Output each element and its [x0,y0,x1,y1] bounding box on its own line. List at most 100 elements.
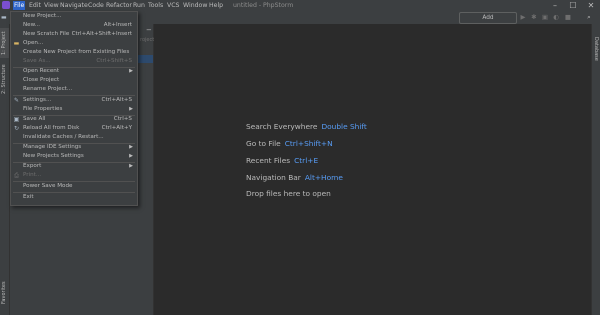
menu-item-close-project[interactable]: Close Project [11,76,137,85]
menu-code[interactable]: Code [87,1,105,10]
menu-item-shortcut: Ctrl+Alt+S [101,97,132,103]
profile-icon[interactable]: ◐ [552,13,560,22]
tip-shortcut: Ctrl+Shift+N [284,139,333,148]
tip-label: Drop files here to open [246,189,331,198]
folder-icon: ▬ [1,14,7,21]
menu-item-open-recent[interactable]: Open Recent ▶ [11,67,137,76]
menu-item-reload-all[interactable]: ↻ Reload All from Disk Ctrl+Alt+Y [11,124,137,133]
menu-item-label: Save As... [23,58,51,64]
menu-item-shortcut: Ctrl+S [113,116,132,122]
debug-icon[interactable]: ✱ [530,13,538,22]
menu-item-label: Create New Project from Existing Files [23,49,130,55]
close-button[interactable]: ✕ [582,0,600,11]
coverage-icon[interactable]: ▣ [541,13,549,22]
menu-item-invalidate-caches[interactable]: Invalidate Caches / Restart... [11,133,137,142]
stop-icon[interactable]: ■ [564,13,572,22]
menu-item-label: Manage IDE Settings [23,144,82,150]
submenu-arrow-icon: ▶ [129,106,133,112]
menu-item-create-from-existing[interactable]: Create New Project from Existing Files [11,48,137,57]
menu-refactor[interactable]: Refactor [105,1,133,10]
menu-help[interactable]: Help [208,1,224,10]
tip-label: Go to File [246,139,281,148]
menu-item-label: New Scratch File [23,31,70,37]
menu-item-new-project[interactable]: New Project... [11,12,137,21]
tip-drop-files: Drop files here to open [246,189,331,198]
structure-tool-tab[interactable]: 2: Structure [0,62,9,96]
tip-label: Search Everywhere [246,122,318,131]
menu-item-new-scratch-file[interactable]: New Scratch File Ctrl+Alt+Shift+Insert [11,30,137,39]
menu-item-shortcut: Alt+Insert [103,22,132,28]
menu-item-label: Open Recent [23,68,60,74]
submenu-arrow-icon: ▶ [129,68,133,74]
tip-label: Navigation Bar [246,173,301,182]
tip-search-everywhere: Search Everywhere Double Shift [246,122,367,131]
menu-item-label: Rename Project... [23,86,73,92]
menu-item-shortcut: Ctrl+Shift+S [96,58,132,64]
reload-icon: ↻ [13,125,20,132]
project-tool-tab[interactable]: 1: Project [0,28,9,58]
menu-item-label: New... [23,22,41,28]
menu-navigate[interactable]: Navigate [59,1,89,10]
menu-item-label: New Project... [23,13,62,19]
menu-edit[interactable]: Edit [28,1,42,10]
menu-item-rename-project[interactable]: Rename Project... [11,85,137,94]
menu-item-file-properties[interactable]: File Properties ▶ [11,105,137,114]
menu-item-label: Reload All from Disk [23,125,80,131]
wrench-icon: ✎ [13,97,20,104]
tip-recent-files: Recent Files Ctrl+E [246,156,318,165]
database-tool-tab[interactable]: Database [591,36,600,62]
menu-item-export[interactable]: Export ▶ [11,162,137,171]
file-menu-dropdown: New Project... New... Alt+Insert New Scr… [10,11,138,206]
search-icon[interactable]: ⌕ [585,13,593,22]
submenu-arrow-icon: ▶ [129,163,133,169]
maximize-button[interactable]: ☐ [564,0,582,11]
submenu-arrow-icon: ▶ [129,153,133,159]
menu-tools[interactable]: Tools [147,1,164,10]
menu-item-label: Invalidate Caches / Restart... [23,134,104,140]
menu-item-settings[interactable]: ✎ Settings... Ctrl+Alt+S [11,96,137,105]
minimize-button[interactable]: – [546,0,564,11]
menu-run[interactable]: Run [132,1,146,10]
menu-item-label: Close Project [23,77,60,83]
menu-item-save-all[interactable]: ▣ Save All Ctrl+S [11,115,137,124]
menu-file[interactable]: File [13,1,26,10]
menu-item-open[interactable]: ▬ Open... [11,39,137,48]
menu-item-label: Print... [23,172,42,178]
submenu-arrow-icon: ▶ [129,144,133,150]
menu-item-exit[interactable]: Exit [11,193,137,202]
menu-item-shortcut: Ctrl+Alt+Shift+Insert [71,31,132,37]
menu-window[interactable]: Window [182,1,208,10]
menu-item-label: New Projects Settings [23,153,84,159]
favorites-tool-tab[interactable]: Favorites [0,280,9,306]
tip-label: Recent Files [246,156,291,165]
folder-icon: ▬ [13,40,20,47]
right-tool-stripe [591,24,600,315]
print-icon: ⎙ [14,172,19,179]
menu-item-label: Save All [23,116,46,122]
menu-item-shortcut: Ctrl+Alt+Y [101,125,132,131]
editor-area[interactable] [154,24,591,315]
menu-vcs[interactable]: VCS [166,1,180,10]
menu-item-manage-ide-settings[interactable]: Manage IDE Settings ▶ [11,143,137,152]
add-configuration-button[interactable]: Add Configuration... [459,12,517,31]
app-logo-icon [2,1,10,9]
menu-item-power-save-mode[interactable]: Power Save Mode [11,182,137,191]
menu-view[interactable]: View [43,1,60,10]
menu-item-new-projects-settings[interactable]: New Projects Settings ▶ [11,152,137,161]
menu-item-label: Power Save Mode [23,183,73,189]
menu-item-label: Export [23,163,42,169]
tip-navigation-bar: Navigation Bar Alt+Home [246,173,343,182]
menu-item-label: Open... [23,40,44,46]
tip-shortcut: Ctrl+E [294,156,319,165]
window-title: untitled - PhpStorm [233,2,294,9]
menu-item-label: Exit [23,194,34,200]
tip-go-to-file: Go to File Ctrl+Shift+N [246,139,333,148]
menu-item-label: Settings... [23,97,52,103]
tip-shortcut: Double Shift [321,122,367,131]
save-icon: ▣ [13,116,20,123]
menu-item-new[interactable]: New... Alt+Insert [11,21,137,30]
menu-item-save-as[interactable]: Save As... Ctrl+Shift+S [11,57,137,66]
menu-item-print[interactable]: ⎙ Print... [11,171,137,180]
run-icon[interactable]: ▶ [519,13,527,22]
tip-shortcut: Alt+Home [304,173,343,182]
